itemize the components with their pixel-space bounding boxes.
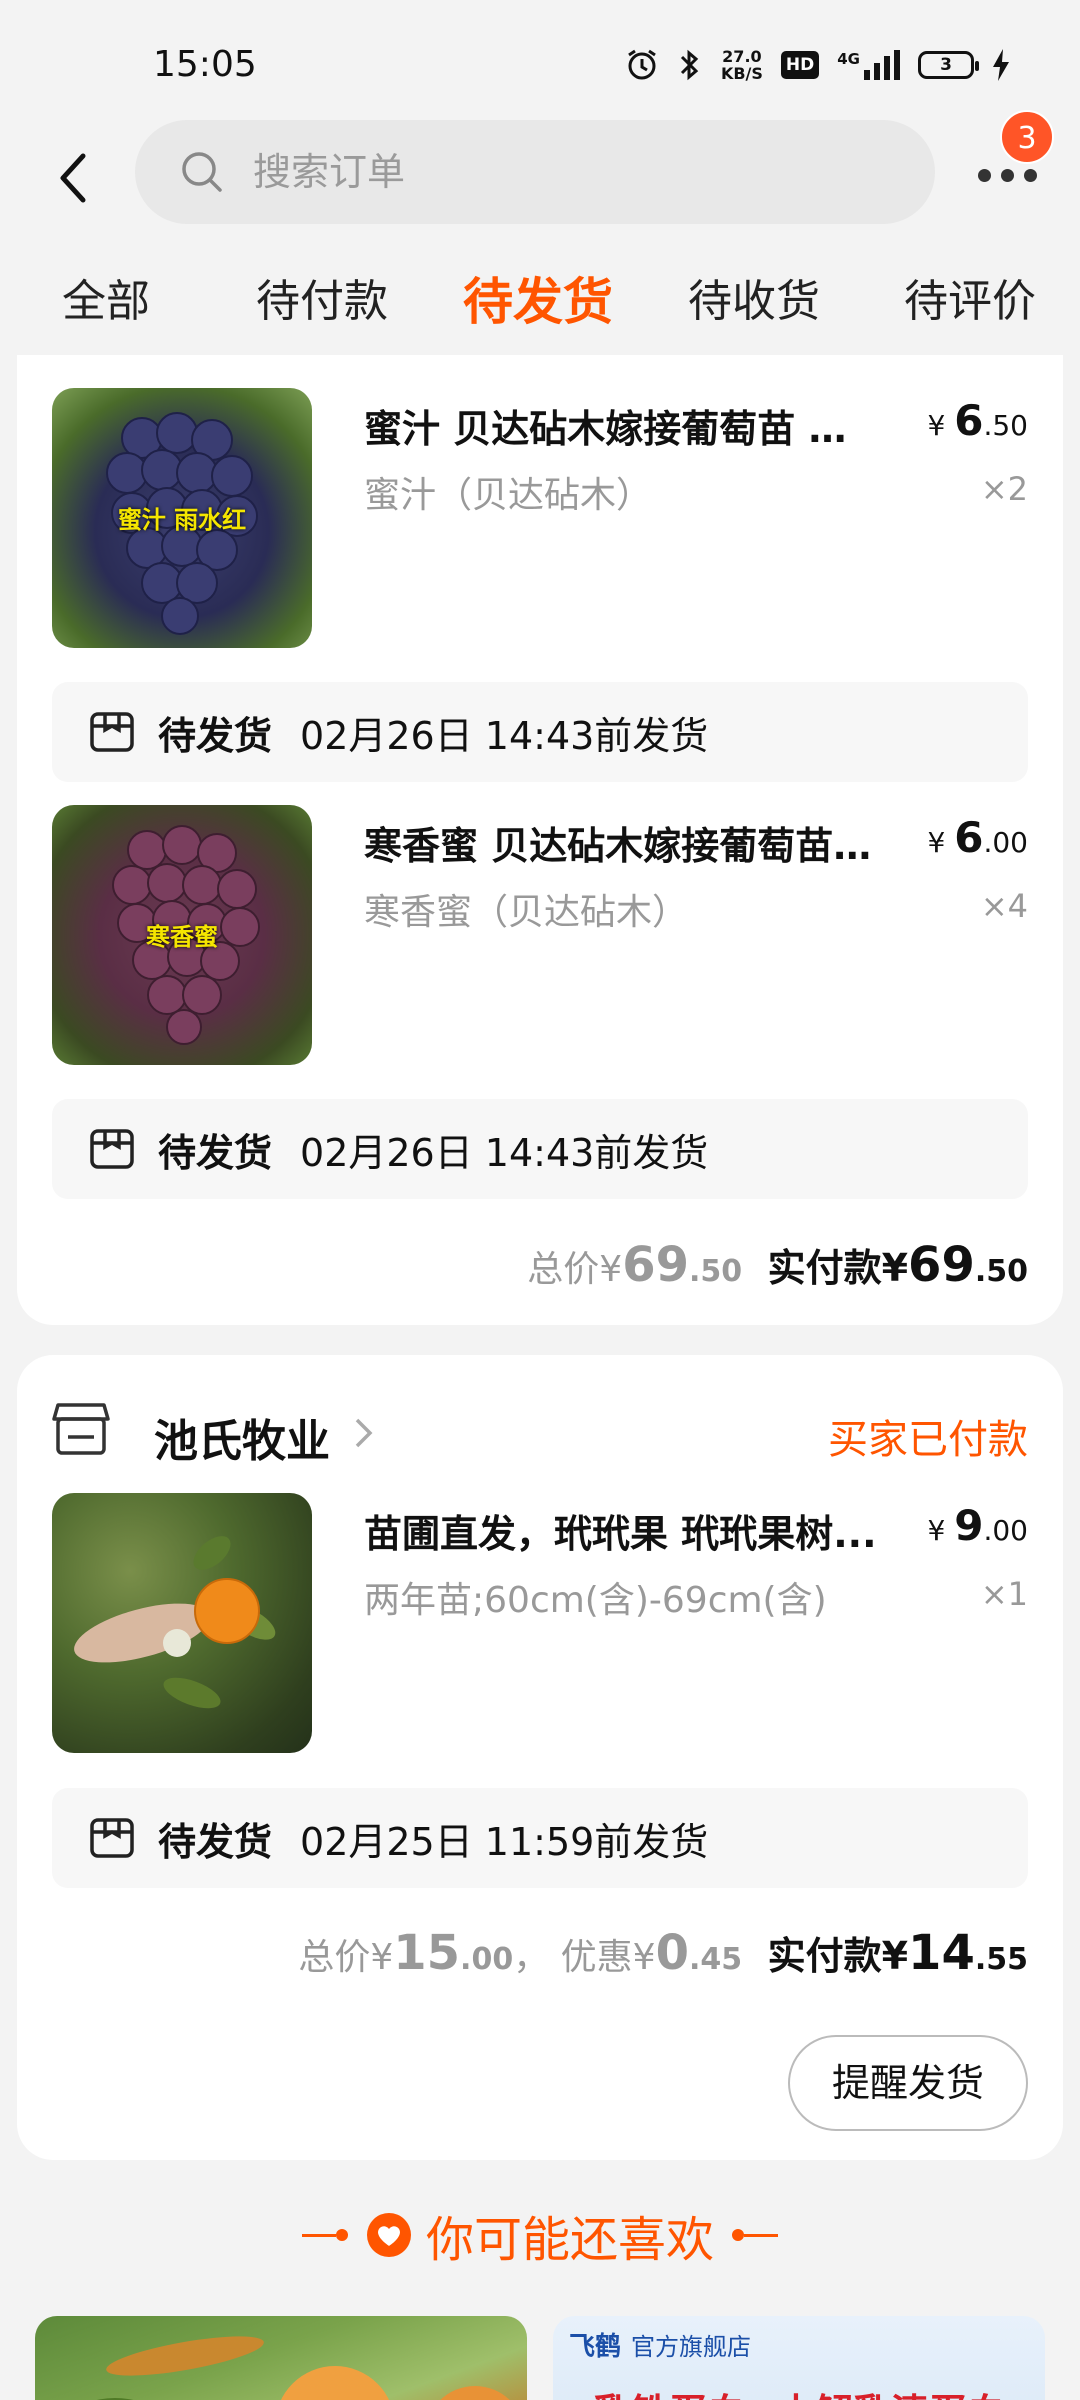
package-icon <box>90 1818 134 1858</box>
fruit-photo-icon <box>96 2336 510 2400</box>
product-title[interactable]: 蜜汁 贝达砧木嫁接葡萄苗 宝... <box>364 398 879 453</box>
product-sku: 寒香蜜（贝达砧木） <box>364 892 689 933</box>
orange-fruit-icon <box>74 1536 276 1709</box>
product-title[interactable]: 苗圃直发，玳玳果 玳玳果树... <box>364 1503 879 1558</box>
ship-status: 待发货 <box>158 1819 273 1864</box>
shop-name[interactable]: 池氏牧业 <box>154 1405 330 1469</box>
shipping-status-bar: 待发货 02月26日 14:43前发货 <box>52 682 1028 782</box>
order-item[interactable]: 苗圃直发，玳玳果 玳玳果树... 两年苗;60cm(含)-69cm(含) ¥ 9… <box>52 1493 1028 1753</box>
order-total: 总价¥15.00， 优惠¥0.45 实付款¥14.55 <box>298 1925 1028 1981</box>
shipping-status-bar: 待发货 02月26日 14:43前发货 <box>52 1099 1028 1199</box>
package-icon <box>90 1129 134 1169</box>
recommend-product-card[interactable]: 飞鹤官方旗舰店 乳铁蛋白+水解乳清蛋白 <box>553 2316 1045 2400</box>
search-input[interactable] <box>253 150 853 194</box>
recommend-product-name: 乳铁蛋白+水解乳清蛋白 <box>593 2382 1005 2400</box>
remind-shipment-button[interactable]: 提醒发货 <box>788 2035 1028 2131</box>
tab-pending-shipment[interactable]: 待发货 <box>463 262 613 342</box>
recommend-header: 你可能还喜欢 <box>0 2200 1080 2270</box>
ship-status: 待发货 <box>158 1130 273 1175</box>
bluetooth-icon <box>680 49 699 81</box>
ship-deadline: 02月25日 11:59前发货 <box>300 1819 709 1864</box>
chevron-right-icon[interactable] <box>352 1415 376 1451</box>
search-bar[interactable] <box>135 120 935 224</box>
signal-icon: 4G <box>837 50 900 80</box>
charging-icon <box>993 49 1009 81</box>
search-icon <box>182 152 222 192</box>
ship-deadline: 02月26日 14:43前发货 <box>300 1130 709 1175</box>
package-icon <box>90 712 134 752</box>
product-image: 寒香蜜 <box>52 805 312 1065</box>
tab-all[interactable]: 全部 <box>62 262 150 342</box>
notification-badge: 3 <box>1000 110 1054 164</box>
top-header: 3 <box>0 110 1080 240</box>
more-menu-icon[interactable] <box>978 160 1042 190</box>
status-time: 15:05 <box>153 44 257 85</box>
product-quantity: ×1 <box>980 1575 1028 1613</box>
status-icons: 27.0 KB/S HD 4G 3 <box>625 48 1010 82</box>
heart-icon <box>366 2213 411 2257</box>
order-card[interactable]: 蜜汁 雨水红 蜜汁 贝达砧木嫁接葡萄苗 宝... 蜜汁（贝达砧木） ¥ 6.50… <box>17 355 1063 1325</box>
tab-pending-payment[interactable]: 待付款 <box>256 262 388 342</box>
order-card[interactable]: 池氏牧业 买家已付款 苗圃直发，玳玳果 玳玳果树... 两年苗;60cm(含)-… <box>17 1355 1063 2160</box>
product-quantity: ×4 <box>980 887 1028 925</box>
product-image: 蜜汁 雨水红 <box>52 388 312 648</box>
recommend-product-card[interactable] <box>35 2316 527 2400</box>
back-arrow-icon[interactable] <box>50 148 100 208</box>
ship-deadline: 02月26日 14:43前发货 <box>300 713 709 758</box>
tab-pending-receipt[interactable]: 待收货 <box>688 262 820 342</box>
shop-header[interactable]: 池氏牧业 买家已付款 <box>52 1395 1028 1467</box>
decor-line-left <box>301 2229 348 2241</box>
ship-status: 待发货 <box>158 713 273 758</box>
product-quantity: ×2 <box>980 470 1028 508</box>
order-total: 总价¥69.50 实付款¥69.50 <box>527 1237 1028 1293</box>
product-price: ¥ 6.50 <box>927 396 1029 445</box>
order-status: 买家已付款 <box>828 1417 1028 1463</box>
product-sku: 蜜汁（贝达砧木） <box>364 475 653 516</box>
status-bar: 15:05 27.0 KB/S HD 4G 3 <box>0 0 1080 120</box>
hd-icon: HD <box>780 51 820 79</box>
tab-pending-review[interactable]: 待评价 <box>904 262 1036 342</box>
product-price: ¥ 6.00 <box>927 813 1029 862</box>
recommend-title: 你可能还喜欢 <box>425 2212 714 2268</box>
alarm-icon <box>628 49 656 80</box>
shop-icon <box>52 1403 110 1455</box>
order-item[interactable]: 寒香蜜 寒香蜜 贝达砧木嫁接葡萄苗 ... 寒香蜜（贝达砧木） ¥ 6.00 ×… <box>52 805 1028 1065</box>
product-image <box>52 1493 312 1753</box>
product-price: ¥ 9.00 <box>927 1501 1029 1550</box>
order-tabs: 全部 待付款 待发货 待收货 待评价 <box>0 262 1080 352</box>
order-item[interactable]: 蜜汁 雨水红 蜜汁 贝达砧木嫁接葡萄苗 宝... 蜜汁（贝达砧木） ¥ 6.50… <box>52 388 1028 648</box>
battery-icon: 3 <box>918 51 979 79</box>
product-title[interactable]: 寒香蜜 贝达砧木嫁接葡萄苗 ... <box>364 815 879 870</box>
shipping-status-bar: 待发货 02月25日 11:59前发货 <box>52 1788 1028 1888</box>
product-sku: 两年苗;60cm(含)-69cm(含) <box>364 1580 827 1621</box>
net-speed: 27.0 KB/S <box>720 47 763 83</box>
decor-line-right <box>732 2229 778 2241</box>
brand-logo: 飞鹤 官方旗舰店 <box>569 2332 752 2362</box>
